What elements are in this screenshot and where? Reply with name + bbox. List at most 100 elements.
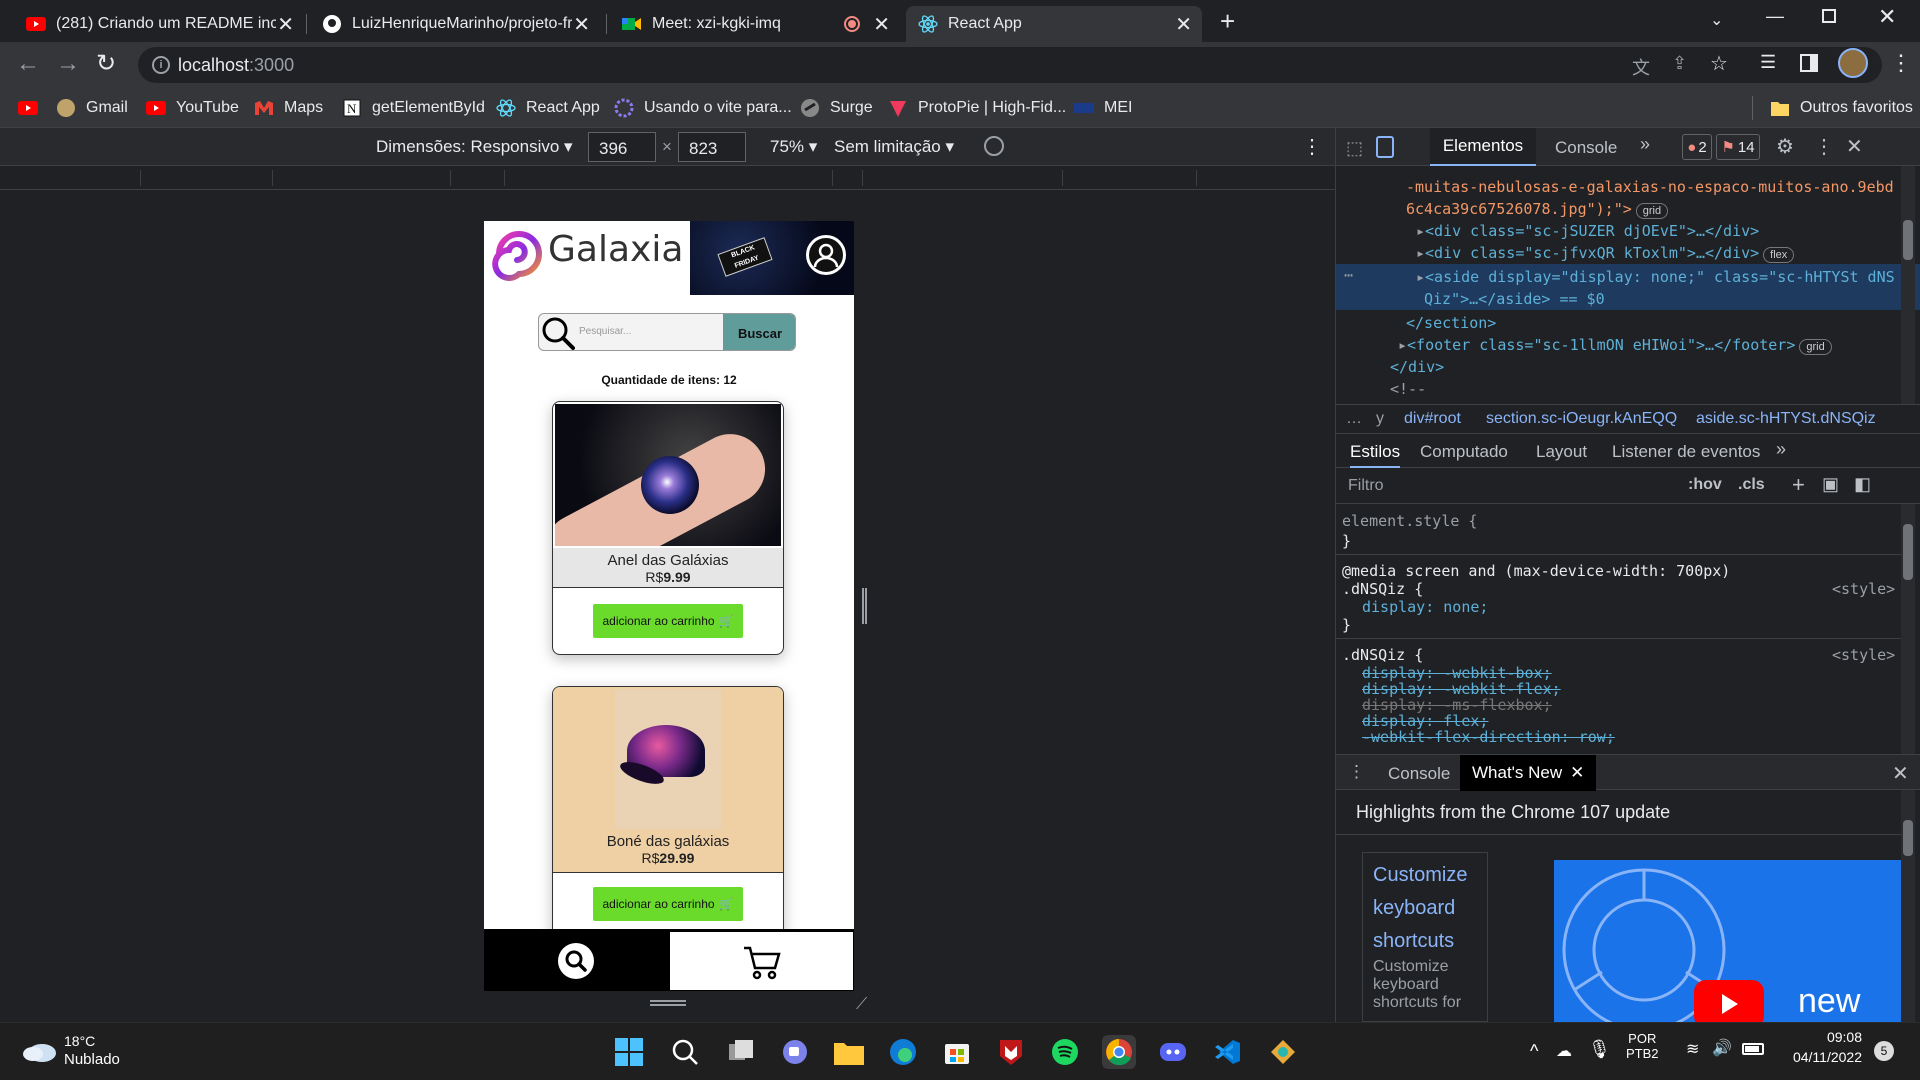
dom-line[interactable]: ▸<div class="sc-jfvxQR kToxlm">…</div> fl… — [1416, 244, 1795, 263]
bookmark-youtube[interactable]: YouTube — [146, 96, 239, 120]
grid-pill[interactable]: grid — [1799, 339, 1832, 355]
inspect-icon[interactable]: ⬚ — [1346, 138, 1363, 159]
drawer-tab-whats-new[interactable]: What's New ✕ — [1460, 755, 1596, 791]
close-icon[interactable]: ✕ — [873, 12, 890, 37]
breadcrumb-item[interactable]: aside.sc-hHTYSt.dNSQiz — [1696, 410, 1876, 428]
nav-cart-button[interactable] — [669, 931, 854, 991]
search-input[interactable]: Pesquisar... — [579, 326, 631, 337]
sidebar-toggle-icon[interactable]: ◧ — [1854, 474, 1871, 495]
resize-handle-bottom[interactable] — [650, 1000, 686, 1006]
css-declaration-overridden[interactable]: -webkit-flex-direction: row; — [1362, 728, 1615, 746]
zoom-select[interactable]: 75% ▾ — [770, 137, 817, 157]
dom-line[interactable]: ▸<div class="sc-jSUZER djOEvE">…</div> — [1416, 222, 1759, 240]
tab-layout[interactable]: Layout — [1536, 442, 1587, 462]
close-icon[interactable]: ✕ — [277, 12, 294, 37]
language-indicator[interactable]: POR PTB2 — [1626, 1031, 1659, 1061]
bookmark-vite[interactable]: Usando o vite para... — [614, 96, 792, 120]
discord-icon[interactable] — [1156, 1035, 1190, 1069]
breadcrumb-item[interactable]: div#root — [1404, 410, 1461, 428]
weather-temp[interactable]: 18°C — [64, 1033, 95, 1049]
volume-icon[interactable]: 🔊 — [1712, 1038, 1732, 1058]
devtools-close-icon[interactable]: ✕ — [1846, 134, 1863, 159]
device-menu-kebab-icon[interactable]: ⋮ — [1302, 134, 1322, 159]
edge-icon[interactable] — [886, 1035, 920, 1069]
throttle-select[interactable]: Sem limitação ▾ — [834, 137, 954, 157]
new-tab-button[interactable]: + — [1220, 6, 1235, 37]
minimize-button[interactable]: — — [1766, 6, 1784, 27]
flex-pill[interactable]: flex — [1763, 247, 1795, 263]
wifi-icon[interactable]: ≋ — [1686, 1039, 1699, 1059]
width-input[interactable]: 396 — [588, 132, 656, 162]
youtube-play-icon[interactable] — [1694, 980, 1764, 1022]
tab-console[interactable]: Console — [1555, 138, 1617, 158]
onedrive-icon[interactable]: ☁ — [1556, 1041, 1572, 1061]
resize-corner-icon[interactable]: ⟋ — [856, 996, 867, 1014]
dom-scrollbar[interactable] — [1901, 166, 1915, 404]
profile-avatar[interactable] — [1838, 48, 1868, 78]
clock[interactable]: 09:08 04/11/2022 — [1790, 1029, 1862, 1065]
hov-toggle[interactable]: :hov — [1688, 476, 1722, 494]
tab-event-listeners[interactable]: Listener de eventos — [1612, 442, 1760, 462]
cls-toggle[interactable]: .cls — [1738, 476, 1765, 494]
chrome-icon[interactable] — [1102, 1035, 1136, 1069]
teams-chat-icon[interactable] — [778, 1035, 812, 1069]
css-selector[interactable]: .dNSQiz { — [1342, 580, 1423, 598]
tab-youtube-readme[interactable]: (281) Criando um README incrív ✕ — [14, 6, 304, 42]
breadcrumb-item[interactable]: section.sc-iOeugr.kAnEQQ — [1486, 410, 1677, 428]
close-icon[interactable]: ✕ — [573, 12, 590, 37]
styles-scrollbar[interactable] — [1901, 504, 1915, 754]
tab-elements[interactable]: Elementos — [1430, 128, 1536, 166]
side-panel-icon[interactable] — [1800, 54, 1818, 72]
grid-pill[interactable]: grid — [1635, 203, 1669, 219]
ms-store-icon[interactable] — [940, 1035, 974, 1069]
reading-list-icon[interactable]: ☰ — [1760, 52, 1776, 73]
dom-dots-icon[interactable]: ⋯ — [1344, 266, 1353, 284]
back-icon[interactable]: ← — [16, 50, 40, 78]
translate-icon[interactable]: 文 — [1632, 54, 1650, 80]
notification-badge[interactable]: 5 — [1874, 1041, 1894, 1061]
tab-search-chevron-icon[interactable]: ⌄ — [1710, 10, 1723, 30]
drawer-tab-console[interactable]: Console — [1388, 764, 1450, 784]
drawer-close-icon[interactable]: ✕ — [1892, 761, 1909, 786]
user-avatar-icon[interactable] — [806, 235, 846, 275]
add-to-cart-button[interactable]: adicionar ao carrinho 🛒 — [593, 604, 743, 638]
css-declaration[interactable]: display: none; — [1362, 598, 1488, 616]
bookmark-other-favorites[interactable]: Outros favoritos — [1770, 96, 1913, 120]
search-button[interactable]: Buscar — [723, 314, 795, 350]
dom-line[interactable]: ▸<aside display="display: none;" class="… — [1416, 268, 1895, 286]
tab-meet[interactable]: Meet: xzi-kgki-imq ✕ — [610, 6, 900, 42]
more-tabs-icon[interactable]: » — [1640, 134, 1650, 155]
devtools-menu-icon[interactable]: ⋮ — [1814, 134, 1834, 159]
tab-github[interactable]: LuizHenriqueMarinho/projeto-fro ✕ — [310, 6, 600, 42]
share-icon[interactable]: ⇪ — [1672, 53, 1687, 74]
tray-chevron-up-icon[interactable]: ^ — [1530, 1041, 1538, 1062]
bookmark-maps[interactable]: Maps — [254, 96, 323, 120]
breadcrumb-item[interactable]: y — [1376, 410, 1384, 428]
rotate-icon[interactable] — [984, 136, 1004, 156]
more-styles-tabs-icon[interactable]: » — [1776, 439, 1786, 460]
taskbar-search-icon[interactable] — [668, 1035, 702, 1069]
menu-kebab-icon[interactable]: ⋮ — [1890, 50, 1912, 76]
error-badge[interactable]: ● 2 — [1682, 134, 1712, 160]
maximize-button[interactable] — [1822, 9, 1836, 23]
bookmark-mei[interactable]: MEI — [1074, 96, 1132, 120]
spotify-icon[interactable] — [1048, 1035, 1082, 1069]
bookmark-gmail[interactable]: Gmail — [56, 96, 128, 120]
window-close-button[interactable]: ✕ — [1878, 4, 1896, 30]
git-kraken-icon[interactable] — [1266, 1035, 1300, 1069]
microphone-icon[interactable]: 🎙 — [1588, 1039, 1611, 1060]
drawer-menu-icon[interactable]: ⋮ — [1348, 762, 1365, 782]
css-selector[interactable]: .dNSQiz { — [1342, 646, 1423, 664]
bookmark-star-icon[interactable]: ☆ — [1710, 51, 1728, 76]
issues-badge[interactable]: ⚑ 14 — [1716, 134, 1760, 160]
height-input[interactable]: 823 — [678, 132, 746, 162]
bookmark-surge[interactable]: Surge — [800, 96, 873, 120]
mcafee-icon[interactable] — [994, 1035, 1028, 1069]
filter-input[interactable]: Filtro — [1348, 477, 1384, 495]
add-to-cart-button[interactable]: adicionar ao carrinho 🛒 — [593, 887, 743, 921]
forward-icon[interactable]: → — [56, 50, 80, 78]
info-icon[interactable]: i — [152, 56, 170, 74]
dimensions-select[interactable]: Dimensões: Responsivo ▾ — [376, 137, 573, 157]
bookmark-youtube-short[interactable] — [18, 96, 48, 120]
windows-start-icon[interactable] — [612, 1035, 646, 1069]
